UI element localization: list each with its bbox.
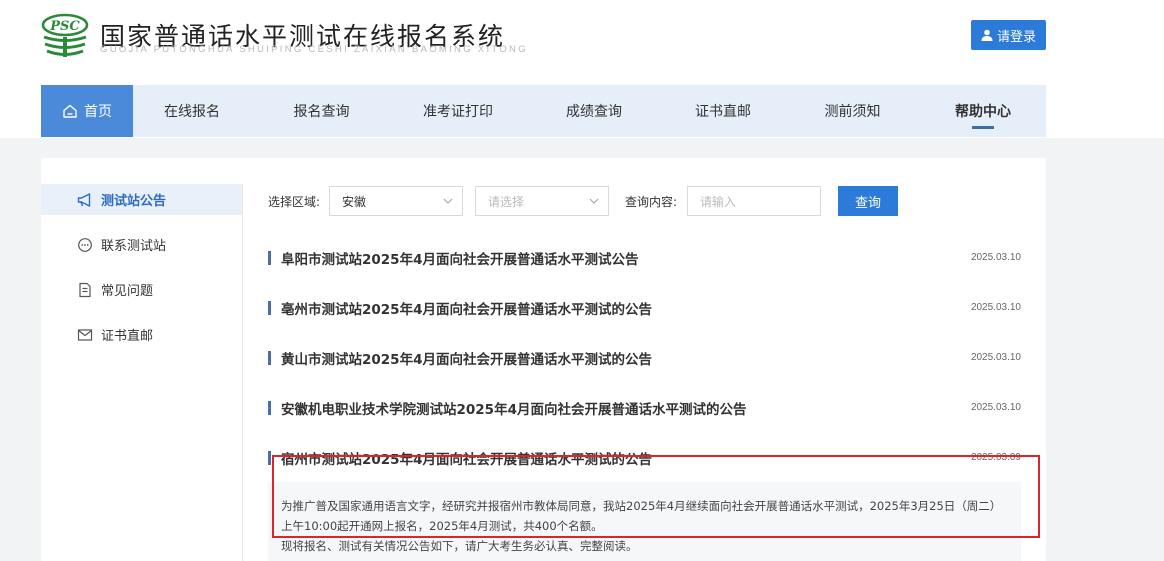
notice-preview-line: 为推广普及国家通用语言文字，经研究并报宿州市教体局同意，我站2025年4月继续面… (281, 499, 1002, 513)
sidebar: 测试站公告 联系测试站 常见问题 证书直邮 (41, 184, 242, 364)
home-icon (63, 104, 77, 118)
notice-title: 阜阳市测试站2025年4月面向社会开展普通话水平测试公告 (281, 252, 639, 268)
region-label: 选择区域: (268, 195, 321, 209)
nav-item-pre-test-notes[interactable]: 测前须知 (782, 85, 923, 137)
psc-logo[interactable]: PSC (40, 13, 90, 59)
notice-marker (268, 401, 271, 415)
chevron-down-icon (443, 198, 453, 204)
notice-preview: 为推广普及国家通用语言文字，经研究并报宿州市教体局同意，我站2025年4月继续面… (268, 482, 1021, 561)
nav-label: 成绩查询 (566, 104, 622, 120)
notice-item[interactable]: 黄山市测试站2025年4月面向社会开展普通话水平测试的公告 2025.03.10 (268, 348, 1028, 368)
nav-label-home: 首页 (84, 104, 112, 120)
main-nav: 首页 在线报名 报名查询 准考证打印 成绩查询 证书直邮 测前须知 帮助中心 (41, 85, 1046, 137)
nav-label: 准考证打印 (423, 104, 493, 120)
nav-label: 帮助中心 (955, 104, 1011, 120)
document-icon (79, 282, 91, 297)
notice-date: 2025.03.10 (970, 302, 1021, 313)
notice-preview-line: 现将报名、测试有关情况公告如下，请广大考生务必认真、完整阅读。 (281, 539, 638, 553)
chevron-down-icon (589, 198, 599, 204)
site-subtitle: GUOJIA PUTONGHUA SHUIPING CESHI ZAIXIAN … (100, 44, 528, 55)
notice-item[interactable]: 亳州市测试站2025年4月面向社会开展普通话水平测试的公告 2025.03.10 (268, 298, 1028, 318)
mail-icon (77, 328, 93, 341)
megaphone-icon (77, 192, 91, 207)
notice-marker (268, 451, 271, 465)
sidebar-item-label: 联系测试站 (101, 239, 167, 254)
nav-label: 测前须知 (824, 104, 881, 120)
province-select[interactable]: 安徽 (329, 186, 463, 216)
nav-label: 证书直邮 (695, 104, 751, 120)
nav-item-help-center[interactable]: 帮助中心 (923, 85, 1043, 137)
chat-icon (78, 237, 92, 252)
province-value: 安徽 (342, 194, 367, 209)
nav-item-registration-query[interactable]: 报名查询 (251, 85, 392, 137)
logo-text: PSC (49, 19, 80, 34)
nav-item-admission-ticket[interactable]: 准考证打印 (392, 85, 524, 137)
notice-date: 2025.03.10 (970, 402, 1021, 413)
notice-title: 宿州市测试站2025年4月面向社会开展普通话水平测试的公告 (281, 452, 652, 468)
sidebar-item-label: 证书直邮 (101, 329, 154, 344)
notice-title: 亳州市测试站2025年4月面向社会开展普通话水平测试的公告 (281, 302, 652, 318)
login-label: 请登录 (996, 29, 1036, 45)
nav-item-online-registration[interactable]: 在线报名 (133, 85, 251, 137)
nav-item-home[interactable]: 首页 (41, 85, 133, 137)
notice-title: 安徽机电职业技术学院测试站2025年4月面向社会开展普通话水平测试的公告 (281, 402, 747, 418)
notice-item[interactable]: 安徽机电职业技术学院测试站2025年4月面向社会开展普通话水平测试的公告 202… (268, 398, 1028, 418)
nav-label: 在线报名 (164, 104, 220, 120)
notice-date: 2025.03.10 (970, 252, 1021, 263)
user-icon (981, 29, 993, 41)
login-button[interactable]: 请登录 (971, 20, 1046, 50)
sidebar-item-contact-test-center[interactable]: 联系测试站 (41, 229, 242, 260)
query-label: 查询内容: (625, 195, 678, 209)
search-button[interactable]: 查询 (838, 186, 898, 216)
sidebar-item-test-center-notices[interactable]: 测试站公告 (41, 184, 242, 215)
nav-item-certificate-mail[interactable]: 证书直邮 (664, 85, 782, 137)
nav-item-score-query[interactable]: 成绩查询 (524, 85, 664, 137)
notice-item[interactable]: 阜阳市测试站2025年4月面向社会开展普通话水平测试公告 2025.03.10 (268, 248, 1028, 268)
search-button-label: 查询 (854, 195, 881, 211)
sidebar-item-certificate-mail[interactable]: 证书直邮 (41, 319, 242, 350)
notice-preview-line: 上午10:00起开通网上报名，2025年4月测试，共400个名额。 (281, 519, 603, 533)
sidebar-item-label: 常见问题 (101, 284, 154, 299)
sidebar-item-label: 测试站公告 (101, 194, 167, 209)
notice-date: 2025.03.10 (970, 352, 1021, 363)
query-input[interactable]: 请输入 (687, 186, 821, 216)
notice-item-expanded[interactable]: 宿州市测试站2025年4月面向社会开展普通话水平测试的公告 2025.03.09 (268, 448, 1028, 468)
sidebar-divider (242, 184, 243, 561)
notice-marker (268, 301, 271, 315)
city-placeholder: 请选择 (488, 194, 525, 209)
notice-marker (268, 351, 271, 365)
nav-label: 报名查询 (293, 104, 350, 120)
notice-marker (268, 251, 271, 265)
active-underline (972, 126, 994, 129)
notice-title: 黄山市测试站2025年4月面向社会开展普通话水平测试的公告 (281, 352, 652, 368)
notice-date: 2025.03.09 (970, 452, 1021, 463)
query-placeholder: 请输入 (700, 194, 737, 209)
sidebar-item-faq[interactable]: 常见问题 (41, 274, 242, 305)
city-select[interactable]: 请选择 (475, 186, 609, 216)
